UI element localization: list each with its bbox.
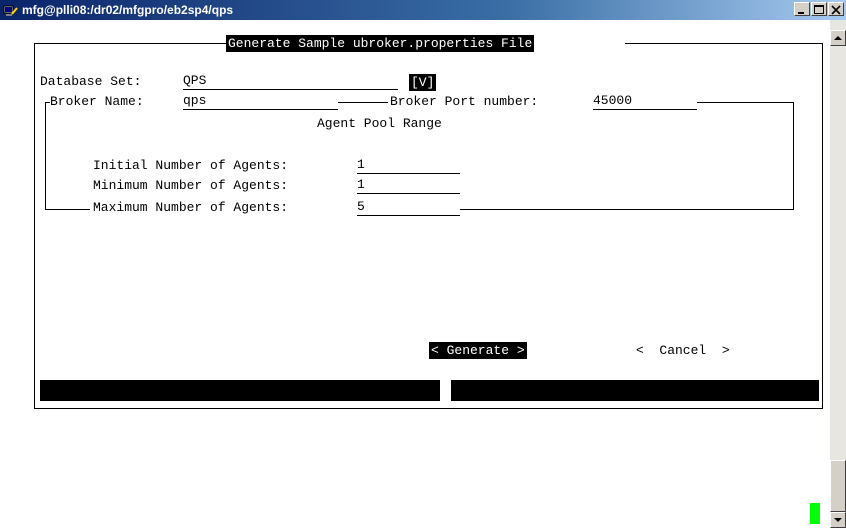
broker-port-label: Broker Port number: — [390, 94, 539, 109]
database-lookup-button[interactable]: [V] — [409, 74, 437, 91]
scroll-thumb[interactable] — [830, 460, 846, 512]
broker-box-top-c — [697, 102, 794, 103]
minimum-agents-label: Minimum Number of Agents: — [93, 178, 289, 193]
agent-pool-title: Agent Pool Range — [317, 116, 442, 131]
vertical-scrollbar[interactable] — [830, 20, 846, 528]
database-set-field[interactable]: QPS — [183, 73, 398, 90]
broker-box-bottom-a — [45, 209, 90, 210]
terminal-cursor — [810, 503, 820, 524]
terminal-area[interactable]: Generate Sample ubroker.properties File … — [0, 20, 830, 528]
broker-box-right — [793, 102, 794, 209]
arrow-up-icon — [834, 36, 842, 40]
close-icon — [831, 5, 841, 15]
window-titlebar[interactable]: mfg@plli08:/dr02/mfgpro/eb2sp4/qps — [0, 0, 846, 20]
window-title: mfg@plli08:/dr02/mfgpro/eb2sp4/qps — [22, 3, 234, 17]
maximum-agents-label: Maximum Number of Agents: — [93, 200, 289, 215]
status-bar-right — [451, 380, 819, 401]
status-bar-left — [40, 380, 440, 401]
maximize-button[interactable] — [811, 2, 827, 16]
broker-port-field[interactable]: 45000 — [593, 93, 697, 110]
database-set-label: Database Set: — [40, 74, 142, 89]
broker-box-left — [45, 102, 46, 209]
maximum-agents-field[interactable]: 5 — [357, 199, 460, 216]
minimize-button[interactable] — [794, 2, 810, 16]
close-button[interactable] — [828, 2, 844, 16]
initial-agents-field[interactable]: 1 — [357, 157, 460, 174]
broker-name-label: Broker Name: — [50, 94, 144, 109]
minimum-agents-field[interactable]: 1 — [357, 177, 460, 194]
maximize-icon — [814, 5, 824, 14]
arrow-down-icon — [834, 518, 842, 522]
broker-name-field[interactable]: qps — [183, 93, 338, 110]
generate-button[interactable]: < Generate > — [429, 342, 527, 359]
scroll-up-button[interactable] — [830, 30, 846, 46]
initial-agents-label: Initial Number of Agents: — [93, 158, 289, 173]
minimize-icon — [798, 12, 804, 14]
putty-terminal-icon[interactable] — [3, 2, 19, 18]
frame-top-left — [34, 43, 226, 44]
broker-box-top-b — [338, 102, 388, 103]
frame-top-right — [625, 43, 823, 44]
dialog-title: Generate Sample ubroker.properties File — [226, 35, 535, 52]
broker-box-bottom-b — [460, 209, 794, 210]
scroll-down-button[interactable] — [830, 512, 846, 528]
cancel-button[interactable]: < Cancel > — [636, 342, 730, 359]
